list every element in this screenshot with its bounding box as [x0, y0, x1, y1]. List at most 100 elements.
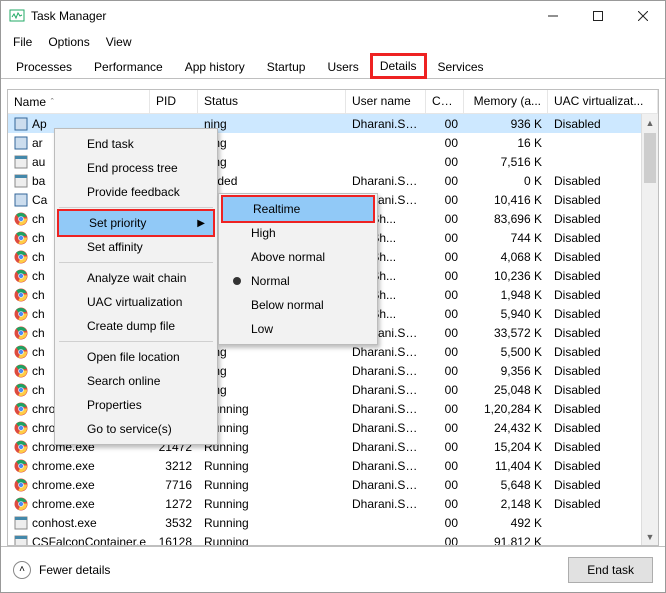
cell-cpu: 00: [426, 382, 464, 398]
table-row[interactable]: chrome.exe1272RunningDharani.Sh...002,14…: [8, 494, 658, 513]
cell-name: conhost.exe: [8, 515, 150, 531]
submenu-arrow-icon: ▶: [197, 218, 205, 229]
tab-performance[interactable]: Performance: [83, 56, 174, 78]
vertical-scrollbar[interactable]: ▲ ▼: [641, 114, 658, 545]
radio-checked-icon: [233, 277, 241, 285]
cell-user: Dharani.Sh...: [346, 439, 426, 455]
process-name-label: conhost.exe: [32, 516, 97, 530]
process-icon: [14, 193, 28, 207]
cell-status: ended: [198, 173, 346, 189]
end-task-button[interactable]: End task: [568, 557, 653, 583]
ctx-set-affinity[interactable]: Set affinity: [57, 235, 215, 259]
col-name[interactable]: Name ˆ: [8, 90, 150, 113]
ctx-set-priority[interactable]: Set priority▶: [57, 209, 215, 237]
cell-mem: 5,648 K: [464, 477, 548, 493]
ctx-uac[interactable]: UAC virtualization: [57, 290, 215, 314]
tab-users[interactable]: Users: [316, 56, 369, 78]
cell-cpu: 00: [426, 287, 464, 303]
process-icon: [14, 136, 28, 150]
col-cpu[interactable]: CPU: [426, 90, 464, 113]
cell-cpu: 00: [426, 116, 464, 132]
process-icon: [14, 497, 28, 511]
process-name-label: ch: [32, 212, 45, 226]
process-icon: [14, 212, 28, 226]
priority-low[interactable]: Low: [221, 317, 375, 341]
priority-submenu[interactable]: Realtime High Above normal Normal Below …: [218, 193, 378, 345]
cell-cpu: 00: [426, 439, 464, 455]
priority-above-normal[interactable]: Above normal: [221, 245, 375, 269]
ctx-dump[interactable]: Create dump file: [57, 314, 215, 338]
close-button[interactable]: [620, 1, 665, 31]
menu-view[interactable]: View: [100, 33, 138, 51]
menubar: File Options View: [1, 31, 665, 53]
table-row[interactable]: conhost.exe3532Running00492 K: [8, 513, 658, 532]
fewer-details-button[interactable]: ˄ Fewer details: [13, 561, 568, 579]
cell-mem: 15,204 K: [464, 439, 548, 455]
cell-mem: 2,148 K: [464, 496, 548, 512]
minimize-button[interactable]: [530, 1, 575, 31]
cell-cpu: 00: [426, 173, 464, 189]
cell-pid: 1272: [150, 496, 198, 512]
process-name-label: chrome.exe: [32, 497, 95, 511]
process-icon: [14, 364, 28, 378]
cell-mem: 5,500 K: [464, 344, 548, 360]
process-context-menu[interactable]: End task End process tree Provide feedba…: [54, 128, 218, 445]
tab-details[interactable]: Details: [370, 53, 427, 79]
ctx-go-to-services[interactable]: Go to service(s): [57, 417, 215, 441]
menu-options[interactable]: Options: [42, 33, 95, 51]
table-row[interactable]: chrome.exe3212RunningDharani.Sh...0011,4…: [8, 456, 658, 475]
tab-app-history[interactable]: App history: [174, 56, 256, 78]
ctx-search-online[interactable]: Search online: [57, 369, 215, 393]
cell-status: ning: [198, 382, 346, 398]
cell-status: Running: [198, 496, 346, 512]
cell-pid: 7716: [150, 477, 198, 493]
table-row[interactable]: CSFalconContainer.e16128Running0091,812 …: [8, 532, 658, 545]
process-name-label: Ca: [32, 193, 47, 207]
cell-cpu: 00: [426, 249, 464, 265]
col-user[interactable]: User name: [346, 90, 426, 113]
tab-processes[interactable]: Processes: [5, 56, 83, 78]
process-icon: [14, 117, 28, 131]
ctx-open-location[interactable]: Open file location: [57, 345, 215, 369]
col-pid[interactable]: PID: [150, 90, 198, 113]
cell-mem: 936 K: [464, 116, 548, 132]
ctx-end-task[interactable]: End task: [57, 132, 215, 156]
process-name-label: ch: [32, 364, 45, 378]
scroll-thumb[interactable]: [644, 133, 656, 183]
separator: [59, 341, 213, 342]
ctx-analyze[interactable]: Analyze wait chain: [57, 266, 215, 290]
ctx-end-tree[interactable]: End process tree: [57, 156, 215, 180]
cell-mem: 1,20,284 K: [464, 401, 548, 417]
maximize-button[interactable]: [575, 1, 620, 31]
table-row[interactable]: chrome.exe7716RunningDharani.Sh...005,64…: [8, 475, 658, 494]
ctx-properties[interactable]: Properties: [57, 393, 215, 417]
priority-normal[interactable]: Normal: [221, 269, 375, 293]
cell-user: [346, 522, 426, 524]
cell-user: [346, 142, 426, 144]
scroll-up-icon[interactable]: ▲: [642, 114, 658, 131]
process-icon: [14, 535, 28, 546]
tab-services[interactable]: Services: [427, 56, 495, 78]
priority-below-normal[interactable]: Below normal: [221, 293, 375, 317]
cell-status: Running: [198, 515, 346, 531]
cell-mem: 11,404 K: [464, 458, 548, 474]
col-mem[interactable]: Memory (a...: [464, 90, 548, 113]
cell-mem: 0 K: [464, 173, 548, 189]
cell-mem: 9,356 K: [464, 363, 548, 379]
cell-user: Dharani.Sh...: [346, 116, 426, 132]
process-icon: [14, 402, 28, 416]
priority-high[interactable]: High: [221, 221, 375, 245]
priority-realtime[interactable]: Realtime: [221, 195, 375, 223]
cell-user: Dharani.Sh...: [346, 382, 426, 398]
cell-cpu: 00: [426, 401, 464, 417]
separator: [59, 207, 213, 208]
cell-name: chrome.exe: [8, 496, 150, 512]
menu-file[interactable]: File: [7, 33, 38, 51]
col-status[interactable]: Status: [198, 90, 346, 113]
tab-startup[interactable]: Startup: [256, 56, 317, 78]
scroll-down-icon[interactable]: ▼: [642, 528, 658, 545]
col-uac[interactable]: UAC virtualizat...: [548, 90, 658, 113]
ctx-feedback[interactable]: Provide feedback: [57, 180, 215, 204]
process-name-label: ar: [32, 136, 43, 150]
cell-mem: 16 K: [464, 135, 548, 151]
